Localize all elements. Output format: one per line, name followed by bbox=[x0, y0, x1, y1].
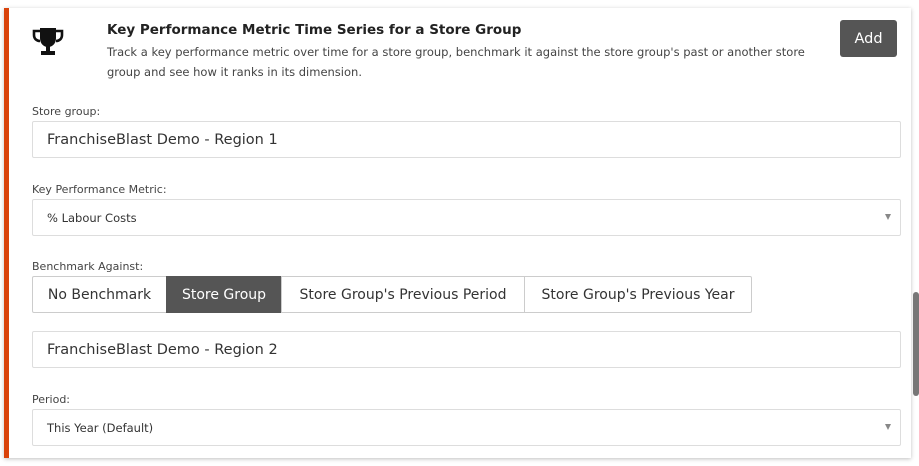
benchmark-button-group: No Benchmark Store Group Store Group's P… bbox=[32, 276, 752, 313]
store-group-value: FranchiseBlast Demo - Region 1 bbox=[47, 131, 278, 148]
period-label: Period: bbox=[32, 393, 71, 406]
benchmark-option-no-benchmark[interactable]: No Benchmark bbox=[32, 276, 167, 313]
period-select[interactable]: This Year (Default) bbox=[32, 409, 901, 446]
kpi-label: Key Performance Metric: bbox=[32, 183, 167, 196]
benchmark-option-store-group[interactable]: Store Group bbox=[166, 276, 282, 313]
page: Key Performance Metric Time Series for a… bbox=[0, 0, 919, 466]
store-group-label: Store group: bbox=[32, 105, 101, 118]
benchmark-option-previous-year[interactable]: Store Group's Previous Year bbox=[524, 276, 752, 313]
scrollbar-thumb[interactable] bbox=[913, 292, 919, 396]
chevron-down-icon bbox=[885, 214, 891, 220]
benchmark-store-group-field[interactable]: FranchiseBlast Demo - Region 2 bbox=[32, 331, 901, 368]
store-group-field[interactable]: FranchiseBlast Demo - Region 1 bbox=[32, 121, 901, 158]
add-button[interactable]: Add bbox=[840, 20, 897, 57]
benchmark-store-group-value: FranchiseBlast Demo - Region 2 bbox=[47, 341, 278, 358]
trophy-icon bbox=[32, 28, 64, 55]
benchmark-label: Benchmark Against: bbox=[32, 260, 144, 273]
chevron-down-icon bbox=[885, 424, 891, 430]
widget-description: Track a key performance metric over time… bbox=[107, 45, 805, 79]
benchmark-option-previous-period[interactable]: Store Group's Previous Period bbox=[281, 276, 525, 313]
widget-title: Key Performance Metric Time Series for a… bbox=[107, 22, 522, 38]
kpi-value: % Labour Costs bbox=[47, 210, 137, 225]
period-value: This Year (Default) bbox=[47, 420, 154, 435]
kpi-select[interactable]: % Labour Costs bbox=[32, 199, 901, 236]
widget-card: Key Performance Metric Time Series for a… bbox=[4, 8, 911, 458]
